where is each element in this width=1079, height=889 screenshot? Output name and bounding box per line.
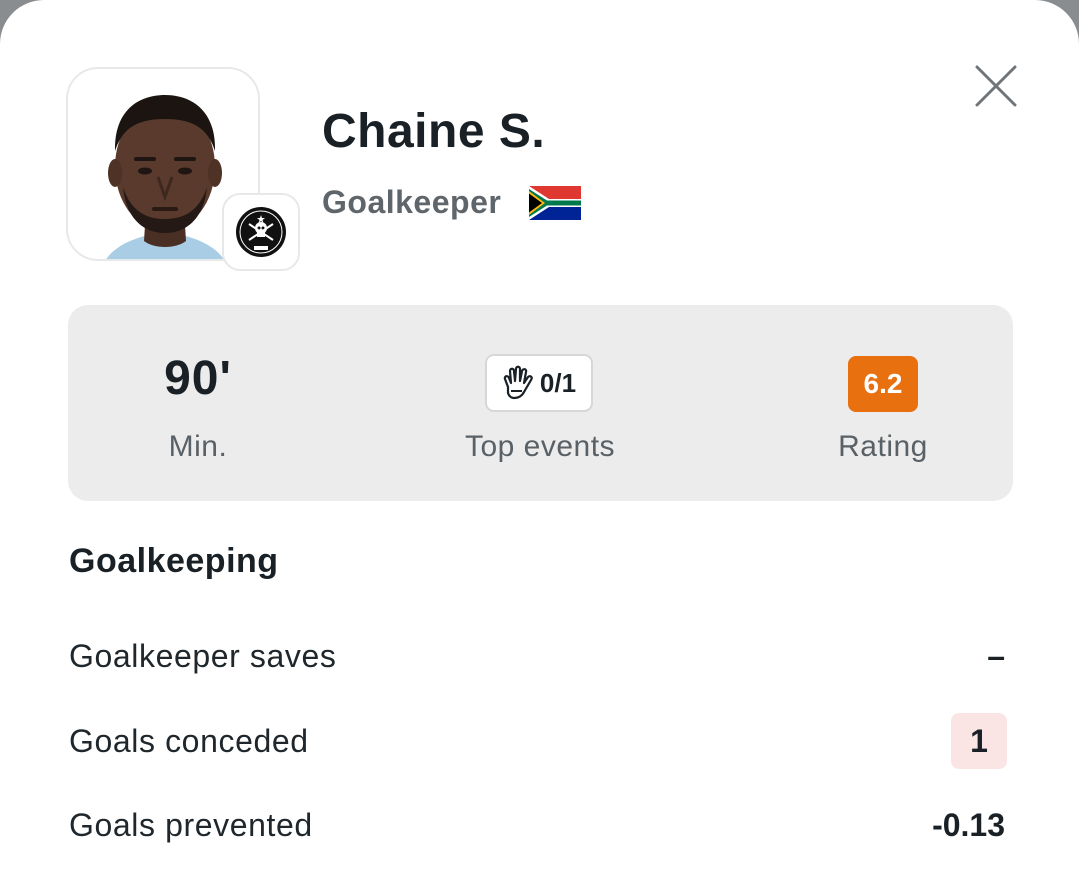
top-events-label: Top events	[464, 430, 616, 463]
club-badge	[222, 193, 300, 271]
stat-value: -0.13	[932, 807, 1005, 843]
match-summary-panel: 90' Min. 0/1 Top events 6.2 Rating	[68, 305, 1013, 501]
minutes-label: Min.	[168, 430, 228, 463]
minutes-value: 90'	[164, 352, 232, 405]
section-title-goalkeeping: Goalkeeping	[69, 542, 279, 580]
rating-label: Rating	[838, 430, 928, 463]
orlando-pirates-crest-icon	[236, 207, 286, 257]
close-icon	[975, 65, 1017, 107]
close-button[interactable]	[970, 60, 1022, 112]
top-events-chip[interactable]: 0/1	[485, 354, 593, 412]
stat-row-goals-conceded: Goals conceded 1	[69, 713, 1009, 773]
stat-label: Goals conceded	[69, 723, 309, 759]
stat-label: Goalkeeper saves	[69, 638, 337, 674]
rating-stat: 6.2 Rating	[813, 305, 953, 501]
player-position: Goalkeeper	[322, 184, 502, 220]
rating-badge: 6.2	[848, 356, 918, 412]
top-events-value: 0/1	[539, 367, 577, 398]
south-africa-flag-icon	[529, 186, 581, 225]
player-name: Chaine S.	[322, 105, 546, 158]
stat-label: Goals prevented	[69, 807, 313, 843]
stat-row-goalkeeper-saves: Goalkeeper saves –	[69, 628, 1009, 688]
top-events-stat: 0/1 Top events	[445, 305, 635, 501]
stat-value: –	[987, 638, 1005, 674]
stat-row-goals-prevented: Goals prevented -0.13	[69, 797, 1009, 857]
goalkeeper-glove-icon	[503, 365, 533, 400]
stat-value-highlighted: 1	[951, 713, 1007, 769]
minutes-stat: 90' Min.	[126, 305, 270, 501]
player-stats-sheet: Chaine S. Goalkeeper 90' Min. 0/1 Top ev…	[0, 0, 1079, 889]
